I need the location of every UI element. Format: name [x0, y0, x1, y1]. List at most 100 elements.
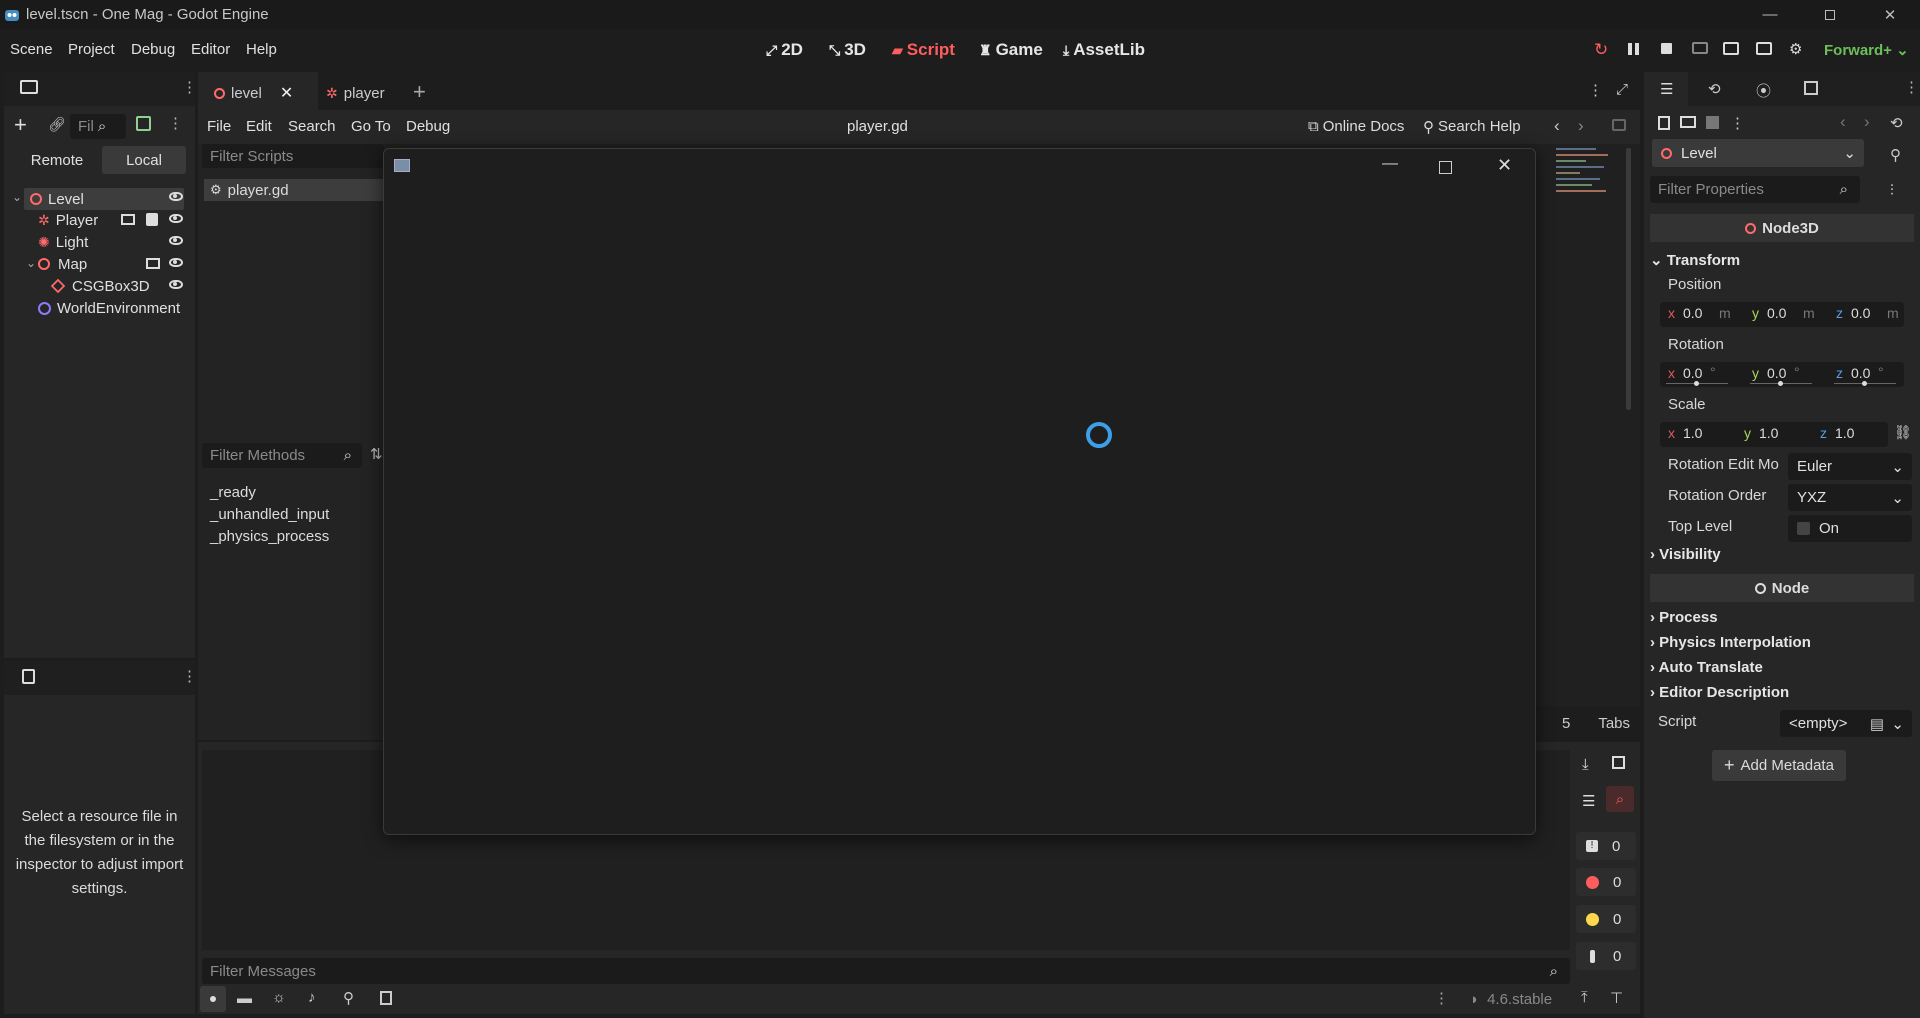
section-editor-description[interactable]: › Editor Description — [1650, 684, 1789, 701]
scene-tabs-menu-icon[interactable]: ⋮ — [1588, 81, 1603, 99]
slider-knob[interactable] — [1862, 381, 1867, 386]
scene-filter-input[interactable]: Fil ⌕ — [70, 114, 126, 139]
node-tab-icon[interactable] — [1804, 81, 1818, 95]
tree-item-map[interactable]: Map — [38, 253, 87, 275]
tree-item-worldenvironment[interactable]: WorldEnvironment — [38, 297, 180, 319]
object-history-icon[interactable]: ⟲ — [1890, 114, 1903, 132]
indent-mode-button[interactable]: Tabs — [1598, 715, 1630, 732]
run-custom-scene-icon[interactable] — [1756, 42, 1772, 55]
dock-menu-icon[interactable]: ⋮ — [182, 78, 197, 96]
method-item[interactable]: _unhandled_input — [210, 504, 329, 526]
visibility-eye-icon[interactable] — [169, 236, 183, 245]
section-visibility[interactable]: › Visibility — [1650, 546, 1721, 563]
rotation-order-dropdown[interactable]: YXZ ⌄ — [1788, 484, 1912, 511]
local-tab[interactable]: Local — [102, 146, 186, 174]
warning-count-badge[interactable]: 0 — [1576, 905, 1636, 933]
mode-assetlib-button[interactable]: ⤓ AssetLib — [1063, 40, 1145, 60]
class-header-node[interactable]: Node — [1650, 574, 1914, 602]
expand-panel-icon[interactable]: ⊤ — [1610, 989, 1623, 1007]
rotation-y-field[interactable]: 0.0 — [1767, 365, 1786, 381]
instance-scene-icon[interactable] — [136, 116, 151, 131]
minimize-button[interactable]: — — [1740, 0, 1800, 29]
stop-icon[interactable] — [1661, 43, 1672, 54]
game-window-maximize-button[interactable] — [1439, 161, 1452, 174]
import-tab-icon[interactable] — [22, 669, 35, 684]
scale-x-field[interactable]: 1.0 — [1683, 425, 1702, 441]
class-header-node3d[interactable]: Node3D — [1650, 214, 1914, 242]
float-window-icon[interactable] — [1612, 119, 1626, 131]
tree-item-level[interactable]: Level — [24, 188, 184, 210]
search-help-button[interactable]: ⚲ Search Help — [1423, 118, 1521, 136]
new-scene-tab-icon[interactable]: + — [413, 79, 426, 105]
message-count-badge[interactable]: ! 0 — [1576, 832, 1636, 860]
history-back-icon[interactable]: ‹ — [1840, 112, 1846, 132]
shader-editor-icon[interactable] — [380, 991, 392, 1005]
animation-icon[interactable]: ⚲ — [343, 989, 354, 1007]
movie-maker-icon[interactable]: ⚙ — [1789, 40, 1802, 58]
position-y-field[interactable]: 0.0 — [1767, 305, 1786, 321]
code-scrollbar[interactable] — [1626, 148, 1631, 410]
tree-item-player[interactable]: ✲ Player — [38, 209, 98, 231]
tree-item-light[interactable]: ✺ Light — [38, 231, 88, 253]
save-resource-icon[interactable] — [1706, 116, 1719, 129]
script-menu-search[interactable]: Search — [288, 118, 336, 135]
visibility-eye-icon[interactable] — [169, 280, 183, 289]
script-menu-goto[interactable]: Go To — [351, 118, 391, 135]
game-window-close-button[interactable]: ✕ — [1497, 155, 1512, 176]
new-resource-icon[interactable] — [1658, 116, 1670, 130]
mode-script-button[interactable]: ▰ Script — [892, 40, 955, 60]
clear-output-icon[interactable]: ⤓ — [1582, 756, 1589, 773]
close-window-button[interactable]: ✕ — [1860, 0, 1920, 29]
reload-icon[interactable]: ↻ — [1594, 40, 1608, 60]
debugger-icon[interactable]: ☼ — [272, 989, 286, 1006]
rotation-x-field[interactable]: 0.0 — [1683, 365, 1702, 381]
scene-tab-icon[interactable] — [20, 80, 38, 94]
script-menu-file[interactable]: File — [207, 118, 231, 135]
mode-game-button[interactable]: ♜ Game — [979, 40, 1043, 60]
scene-tab-player[interactable]: ✲ player — [326, 72, 385, 114]
menu-project[interactable]: Project — [68, 41, 115, 58]
menu-scene[interactable]: Scene — [10, 41, 53, 58]
game-window-minimize-button[interactable]: — — [1382, 155, 1398, 173]
top-level-checkbox[interactable]: On — [1788, 515, 1912, 542]
section-transform[interactable]: ⌄ Transform — [1650, 251, 1740, 269]
signals-tab-icon[interactable]: ⦿ — [1756, 80, 1771, 101]
restore-button[interactable] — [1800, 0, 1860, 29]
pause-icon[interactable] — [1627, 43, 1639, 55]
audio-icon[interactable]: ♪ — [308, 989, 316, 1006]
script-resource-picker[interactable]: <empty> ▤ ⌄ — [1780, 710, 1912, 737]
close-tab-icon[interactable]: ✕ — [280, 83, 293, 103]
rotation-z-field[interactable]: 0.0 — [1851, 365, 1870, 381]
section-process[interactable]: › Process — [1650, 609, 1718, 626]
open-scene-icon[interactable] — [121, 214, 135, 225]
mode-2d-button[interactable]: ⤢ 2D — [766, 40, 803, 60]
distraction-free-icon[interactable]: ⤢ — [1616, 81, 1628, 98]
editor-message-count-badge[interactable]: 0 — [1576, 942, 1636, 970]
panel-menu-icon[interactable]: ⋮ — [1434, 989, 1449, 1007]
remote-tab[interactable]: Remote — [16, 146, 98, 174]
rotation-edit-mode-dropdown[interactable]: Euler ⌄ — [1788, 453, 1912, 480]
error-count-badge[interactable]: 0 — [1576, 868, 1636, 896]
collapse-arrow-icon[interactable]: ⌄ — [12, 190, 22, 204]
slider-knob[interactable] — [1694, 381, 1699, 386]
script-attached-icon[interactable] — [146, 213, 158, 226]
add-metadata-button[interactable]: + Add Metadata — [1712, 750, 1846, 781]
script-menu-debug[interactable]: Debug — [406, 118, 450, 135]
run-scene-icon[interactable] — [1723, 42, 1739, 55]
load-resource-icon[interactable] — [1680, 116, 1696, 128]
filter-messages-input[interactable]: Filter Messages ⌕ — [202, 958, 1570, 984]
scene-tab-level[interactable]: level ✕ — [198, 72, 318, 114]
link-icon[interactable]: ⛓︎ — [1894, 424, 1912, 441]
dock-menu-icon[interactable]: ⋮ — [182, 667, 197, 685]
slider-knob[interactable] — [1778, 381, 1783, 386]
visibility-eye-icon[interactable] — [169, 258, 183, 267]
next-script-icon[interactable]: › — [1578, 116, 1584, 136]
visibility-eye-icon[interactable] — [169, 214, 183, 223]
remote-debug-icon[interactable] — [1692, 42, 1708, 54]
filter-lines-icon[interactable]: ☰ — [1582, 792, 1595, 810]
open-scene-icon[interactable] — [146, 258, 160, 269]
renderer-dropdown[interactable]: Forward+ ⌄ — [1824, 41, 1909, 59]
online-docs-button[interactable]: ⧉ Online Docs — [1308, 118, 1404, 135]
node-settings-icon[interactable]: ⚲ — [1890, 146, 1901, 164]
position-z-field[interactable]: 0.0 — [1851, 305, 1870, 321]
